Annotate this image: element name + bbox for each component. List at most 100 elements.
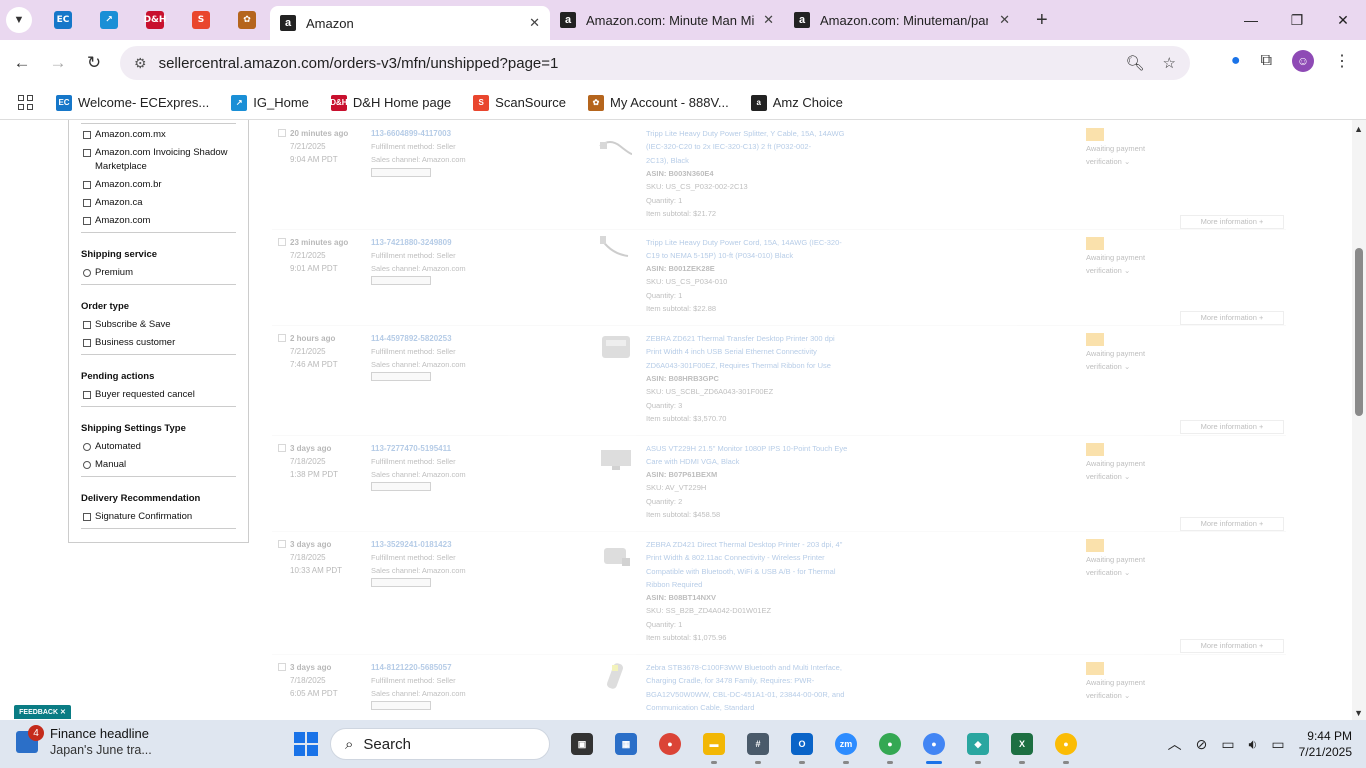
order-checkbox[interactable] — [278, 663, 286, 671]
pinned-tab-scansource[interactable]: S — [178, 4, 224, 36]
filter-manual[interactable]: Manual — [81, 458, 236, 472]
tray-overflow-chevron-icon[interactable]: ︿ — [1168, 734, 1182, 754]
product-title-link[interactable]: Tripp Lite Heavy Duty Power Splitter, Y … — [646, 127, 866, 167]
reload-icon[interactable]: ↻ — [76, 53, 112, 73]
pinned-tab-account[interactable]: ✿ — [224, 4, 270, 36]
filter-business-customer[interactable]: Business customer — [81, 336, 236, 350]
taskbar-app-cube[interactable]: ◆ — [956, 730, 1000, 764]
filter-channel-shadow[interactable]: Amazon.com Invoicing Shadow Marketplace — [81, 146, 236, 174]
order-id-link[interactable]: 113-7421880-3249809 — [371, 236, 452, 249]
bookmark-dh-home[interactable]: D&H D&H Home page — [330, 94, 451, 111]
taskbar-chrome[interactable]: ● — [648, 730, 692, 758]
taskbar-excel[interactable]: X — [1000, 730, 1044, 764]
filter-signature[interactable]: Signature Confirmation — [81, 510, 236, 524]
feedback-tab[interactable]: FEEDBACK ✕ — [14, 705, 71, 719]
taskbar-calculator[interactable]: # — [736, 730, 780, 764]
product-image[interactable] — [598, 542, 634, 572]
taskbar-outlook[interactable]: O — [780, 730, 824, 764]
volume-icon[interactable]: 🔉︎ — [1249, 736, 1258, 753]
filter-channel-com[interactable]: Amazon.com — [81, 214, 236, 228]
display-icon[interactable]: ▭ — [1221, 736, 1234, 753]
order-id-link[interactable]: 114-4597892-5820253 — [371, 332, 452, 345]
taskbar-explorer[interactable]: ▬ — [692, 730, 736, 764]
network-offline-icon[interactable]: ⊘ — [1196, 736, 1208, 753]
new-tab-plus-icon[interactable]: + — [1036, 9, 1048, 32]
taskbar-search[interactable]: ⌕ Search — [330, 728, 550, 760]
site-info-icon[interactable]: ⚙ — [134, 55, 147, 72]
bookmark-ecexpress[interactable]: EC Welcome- ECExpres... — [56, 94, 209, 111]
maximize-icon[interactable]: ❐ — [1274, 12, 1320, 29]
product-title-link[interactable]: ASUS VT229H 21.5" Monitor 1080P IPS 10-P… — [646, 442, 866, 469]
close-window-icon[interactable]: ✕ — [1320, 12, 1366, 29]
filter-automated[interactable]: Automated — [81, 440, 236, 454]
scroll-down-icon[interactable]: ▼ — [1354, 708, 1363, 718]
minimize-icon[interactable]: — — [1228, 12, 1274, 28]
pinned-tab-dh[interactable]: D&H — [132, 4, 178, 36]
bookmark-ig-home[interactable]: ↗ IG_Home — [231, 94, 309, 111]
extension-globe-icon[interactable]: ● — [1231, 52, 1241, 70]
extensions-puzzle-icon[interactable]: ⧉ — [1261, 52, 1272, 70]
bookmark-scansource[interactable]: S ScanSource — [473, 94, 566, 111]
taskbar-chrome-profile-2[interactable]: ● — [912, 730, 956, 764]
forward-arrow-icon[interactable]: → — [40, 53, 76, 73]
more-information-button[interactable]: More information + — [1180, 215, 1284, 229]
order-checkbox[interactable] — [278, 238, 286, 246]
filter-channel-mx[interactable]: Amazon.com.mx — [81, 128, 236, 142]
product-title-link[interactable]: Tripp Lite Heavy Duty Power Cord, 15A, 1… — [646, 236, 866, 263]
taskbar-task-view[interactable]: ▣ — [560, 730, 604, 758]
pinned-tab-ig[interactable]: ↗ — [86, 4, 132, 36]
product-image[interactable] — [598, 234, 634, 264]
clock[interactable]: 9:44 PM 7/21/2025 — [1299, 728, 1352, 760]
filter-subscribe-save[interactable]: Subscribe & Save — [81, 318, 236, 332]
apps-grid-icon[interactable] — [18, 94, 34, 111]
profile-avatar-icon[interactable]: ☺ — [1292, 50, 1314, 72]
order-checkbox[interactable] — [278, 540, 286, 548]
tab-amazon-active[interactable]: a Amazon ✕ — [270, 6, 550, 40]
taskbar-chrome-profile-3[interactable]: ● — [1044, 730, 1088, 764]
more-information-button[interactable]: More information + — [1180, 639, 1284, 653]
taskbar-chrome-profile-1[interactable]: ● — [868, 730, 912, 764]
filter-channel-br[interactable]: Amazon.com.br — [81, 178, 236, 192]
product-image[interactable] — [598, 132, 634, 162]
close-tab-icon[interactable]: ✕ — [763, 12, 774, 28]
order-checkbox[interactable] — [278, 444, 286, 452]
news-widget[interactable]: 4 Finance headline Japan's June tra... — [16, 725, 152, 758]
tab-minute-man[interactable]: a Amazon.com: Minute Man Min ✕ — [550, 4, 784, 36]
taskbar-store[interactable]: ▦ — [604, 730, 648, 758]
product-title-link[interactable]: ZEBRA ZD421 Direct Thermal Desktop Print… — [646, 538, 866, 591]
order-checkbox[interactable] — [278, 129, 286, 137]
more-information-button[interactable]: More information + — [1180, 420, 1284, 434]
order-id-link[interactable]: 113-3529241-0181423 — [371, 538, 452, 551]
back-arrow-icon[interactable]: ← — [4, 53, 40, 73]
product-image[interactable] — [598, 444, 634, 474]
filter-buyer-cancel[interactable]: Buyer requested cancel — [81, 388, 236, 402]
close-icon[interactable]: ✕ — [60, 708, 66, 716]
filter-channel-ca[interactable]: Amazon.ca — [81, 196, 236, 210]
windows-start-icon[interactable] — [294, 732, 318, 756]
close-tab-icon[interactable]: ✕ — [999, 12, 1010, 28]
product-title-link[interactable]: Zebra STB3678-C100F3WW Bluetooth and Mul… — [646, 661, 866, 714]
zoom-magnifier-icon[interactable]: 🔍︎ — [1126, 54, 1145, 72]
order-id-link[interactable]: 113-7277470-5195411 — [371, 442, 451, 455]
battery-icon[interactable]: ▭ — [1271, 736, 1284, 753]
order-checkbox[interactable] — [278, 334, 286, 342]
tab-minuteman-para[interactable]: a Amazon.com: Minuteman/para ✕ — [784, 4, 1020, 36]
pinned-tab-ec[interactable]: EC — [40, 4, 86, 36]
bookmark-my-account[interactable]: ✿ My Account - 888V... — [588, 94, 729, 111]
page-scrollbar[interactable]: ▲ ▼ — [1352, 120, 1366, 720]
url-text[interactable]: sellercentral.amazon.com/orders-v3/mfn/u… — [159, 55, 559, 72]
tab-search-button[interactable]: ▼ — [6, 7, 32, 33]
scroll-up-icon[interactable]: ▲ — [1354, 124, 1363, 134]
product-image[interactable] — [598, 661, 634, 691]
product-title-link[interactable]: ZEBRA ZD621 Thermal Transfer Desktop Pri… — [646, 332, 866, 372]
bookmark-amz-choice[interactable]: a Amz Choice — [750, 94, 843, 111]
taskbar-zoom[interactable]: zm — [824, 730, 868, 764]
filter-premium[interactable]: Premium — [81, 266, 236, 280]
more-information-button[interactable]: More information + — [1180, 517, 1284, 531]
address-bar[interactable]: ⚙ sellercentral.amazon.com/orders-v3/mfn… — [120, 46, 1190, 80]
order-id-link[interactable]: 113-6604899-4117003 — [371, 127, 451, 140]
scrollbar-thumb[interactable] — [1355, 248, 1363, 416]
more-information-button[interactable]: More information + — [1180, 311, 1284, 325]
close-tab-icon[interactable]: ✕ — [529, 15, 540, 31]
order-id-link[interactable]: 114-8121220-5685057 — [371, 661, 452, 674]
